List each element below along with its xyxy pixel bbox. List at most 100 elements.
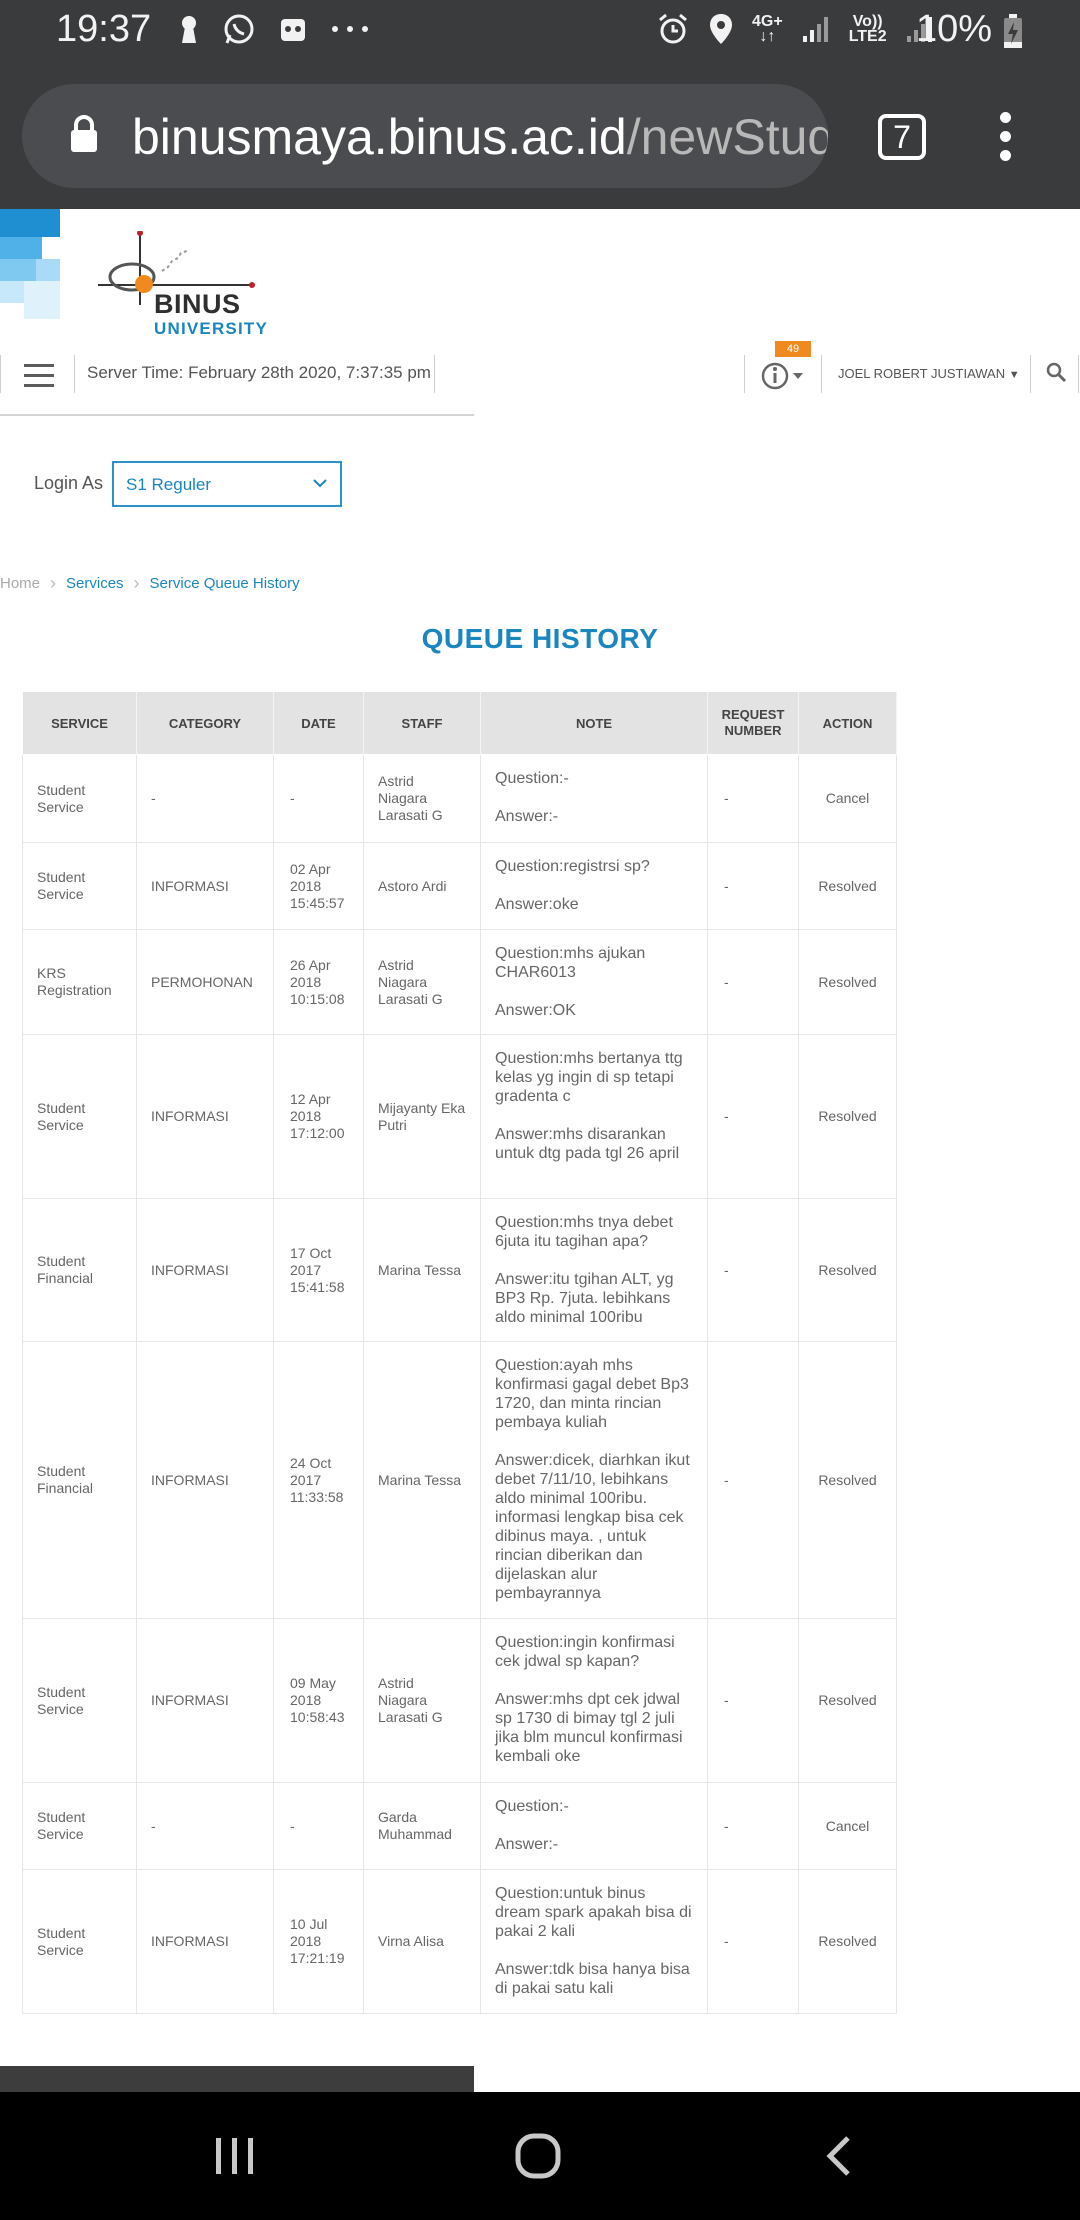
action-cell[interactable]: Resolved bbox=[798, 1034, 897, 1199]
signal-icon bbox=[802, 17, 828, 42]
action-cell[interactable]: Resolved bbox=[798, 842, 897, 930]
server-time: Server Time: February 28th 2020, 7:37:35… bbox=[87, 363, 431, 382]
menu-hamburger-icon[interactable] bbox=[24, 364, 54, 394]
top-navigation: Server Time: February 28th 2020, 7:37:35… bbox=[0, 341, 1080, 399]
column-header: DATE bbox=[273, 691, 364, 755]
table-row: Student Service - - Astrid Niagara Larasati… bbox=[22, 754, 897, 843]
category-cell: - bbox=[136, 754, 274, 843]
service-cell: Student Financial bbox=[22, 1198, 137, 1342]
request-number-cell: - bbox=[707, 1034, 799, 1199]
breadcrumb-services[interactable]: Services bbox=[66, 575, 124, 592]
note-question: Question:mhs bertanya ttg kelas yg ingin… bbox=[495, 1050, 683, 1105]
table-row: Student Service INFORMASI 10 Jul 2018 17:2… bbox=[22, 1869, 897, 2014]
service-cell: Student Service bbox=[22, 1034, 137, 1199]
action-cell[interactable]: Resolved bbox=[798, 1869, 897, 2014]
breadcrumb-chevron-icon: › bbox=[133, 573, 140, 593]
date-cell: 02 Apr 2018 15:45:57 bbox=[273, 842, 364, 930]
web-page: BINUS UNIVERSITY Server Time: February 2… bbox=[0, 209, 1080, 2092]
breadcrumb-home[interactable]: Home bbox=[0, 575, 40, 592]
breadcrumb-chevron-icon: › bbox=[50, 573, 57, 593]
notification-icons bbox=[178, 12, 370, 46]
chevron-down-icon bbox=[313, 479, 327, 488]
lock-icon bbox=[71, 115, 97, 152]
service-cell: Student Service bbox=[22, 1782, 137, 1870]
system-navigation-bar bbox=[0, 2092, 1080, 2220]
note-question: Question:mhs ajukan CHAR6013 bbox=[495, 945, 646, 981]
action-cell[interactable]: Resolved bbox=[798, 1198, 897, 1342]
nav-underline bbox=[0, 414, 474, 416]
request-number-cell: - bbox=[707, 929, 799, 1035]
login-as-select[interactable]: S1 Reguler bbox=[112, 461, 342, 507]
note-answer: Answer:oke bbox=[495, 896, 579, 913]
column-header: SERVICE bbox=[22, 691, 137, 755]
login-as-value: S1 Reguler bbox=[126, 475, 212, 494]
column-header: NOTE bbox=[480, 691, 708, 755]
staff-cell: Virna Alisa bbox=[363, 1869, 481, 2014]
column-header: REQUEST NUMBER bbox=[707, 691, 799, 755]
note-answer: Answer:OK bbox=[495, 1002, 576, 1019]
system-icons: 4G+ ↓↑ Vo)) LTE2 bbox=[656, 12, 935, 46]
login-as-label: Login As bbox=[34, 473, 104, 493]
browser-toolbar: binusmaya.binus.ac.id/newStude 7 bbox=[0, 66, 1080, 209]
corner-decoration bbox=[0, 209, 60, 319]
category-cell: PERMOHONAN bbox=[136, 929, 274, 1035]
url-path: /newStude bbox=[626, 109, 828, 165]
action-cell[interactable]: Resolved bbox=[798, 1341, 897, 1619]
service-cell: Student Service bbox=[22, 1618, 137, 1783]
table-header-row: SERVICE CATEGORY DATE STAFF NOTE REQUEST… bbox=[22, 691, 897, 755]
volte-bottom: LTE2 bbox=[848, 28, 887, 45]
note-answer: Answer:- bbox=[495, 808, 559, 825]
table-row: Student Financial INFORMASI 24 Oct 2017 11… bbox=[22, 1341, 897, 1619]
action-cell[interactable]: Resolved bbox=[798, 929, 897, 1035]
notification-badge: 49 bbox=[775, 341, 811, 357]
date-cell: 09 May 2018 10:58:43 bbox=[273, 1618, 364, 1783]
whatsapp-icon bbox=[224, 14, 254, 44]
column-header: CATEGORY bbox=[136, 691, 274, 755]
page-footer bbox=[0, 2066, 474, 2092]
service-cell: Student Service bbox=[22, 754, 137, 843]
category-cell: - bbox=[136, 1782, 274, 1870]
back-icon[interactable] bbox=[822, 2134, 854, 2178]
more-dots-icon bbox=[332, 26, 368, 32]
note-cell: Question:registrsi sp? Answer:oke bbox=[480, 842, 708, 930]
notifications-button[interactable] bbox=[760, 361, 810, 396]
caret-down-icon: ▼ bbox=[1008, 369, 1020, 381]
location-icon bbox=[710, 14, 732, 44]
tab-switcher-button[interactable]: 7 bbox=[878, 114, 926, 160]
service-cell: Student Financial bbox=[22, 1341, 137, 1619]
note-answer: Answer:tdk bisa hanya bisa di pakai satu… bbox=[495, 1961, 690, 1997]
search-icon[interactable] bbox=[1046, 362, 1068, 384]
date-cell: 24 Oct 2017 11:33:58 bbox=[273, 1341, 364, 1619]
network-type: 4G+ bbox=[752, 13, 783, 30]
request-number-cell: - bbox=[707, 1618, 799, 1783]
note-answer: Answer:itu tgihan ALT, yg BP3 Rp. 7juta.… bbox=[495, 1271, 674, 1326]
user-menu[interactable]: JOEL ROBERT JUSTIAWAN ▼ bbox=[838, 366, 1020, 381]
table-row: KRS Registration PERMOHONAN 26 Apr 2018 10… bbox=[22, 929, 897, 1035]
note-answer: Answer:- bbox=[495, 1836, 559, 1853]
note-cell: Question:mhs tnya debet 6juta itu tagiha… bbox=[480, 1198, 708, 1342]
column-header: ACTION bbox=[798, 691, 897, 755]
date-cell: 12 Apr 2018 17:12:00 bbox=[273, 1034, 364, 1199]
request-number-cell: - bbox=[707, 842, 799, 930]
request-number-cell: - bbox=[707, 1869, 799, 2014]
staff-cell: Marina Tessa bbox=[363, 1341, 481, 1619]
staff-cell: Garda Muhammad bbox=[363, 1782, 481, 1870]
logo-binus: BINUS bbox=[154, 289, 241, 319]
url-domain: binusmaya.binus.ac.id bbox=[132, 109, 627, 165]
address-bar[interactable]: binusmaya.binus.ac.id/newStude bbox=[22, 84, 828, 188]
date-cell: - bbox=[273, 754, 364, 843]
volte-indicator: Vo)) LTE2 bbox=[848, 14, 887, 45]
request-number-cell: - bbox=[707, 1782, 799, 1870]
breadcrumb-current[interactable]: Service Queue History bbox=[150, 575, 300, 592]
action-cell[interactable]: Resolved bbox=[798, 1618, 897, 1783]
alarm-icon bbox=[659, 13, 687, 44]
action-cell[interactable]: Cancel bbox=[798, 754, 897, 843]
recent-apps-icon[interactable] bbox=[214, 2136, 256, 2176]
action-cell[interactable]: Cancel bbox=[798, 1782, 897, 1870]
network-indicator: 4G+ ↓↑ bbox=[752, 13, 783, 45]
category-cell: INFORMASI bbox=[136, 842, 274, 930]
note-cell: Question:- Answer:- bbox=[480, 754, 708, 843]
home-icon[interactable] bbox=[514, 2132, 562, 2180]
note-answer: Answer:mhs dpt cek jdwal sp 1730 di bima… bbox=[495, 1691, 683, 1765]
browser-menu-button[interactable] bbox=[994, 112, 1016, 166]
